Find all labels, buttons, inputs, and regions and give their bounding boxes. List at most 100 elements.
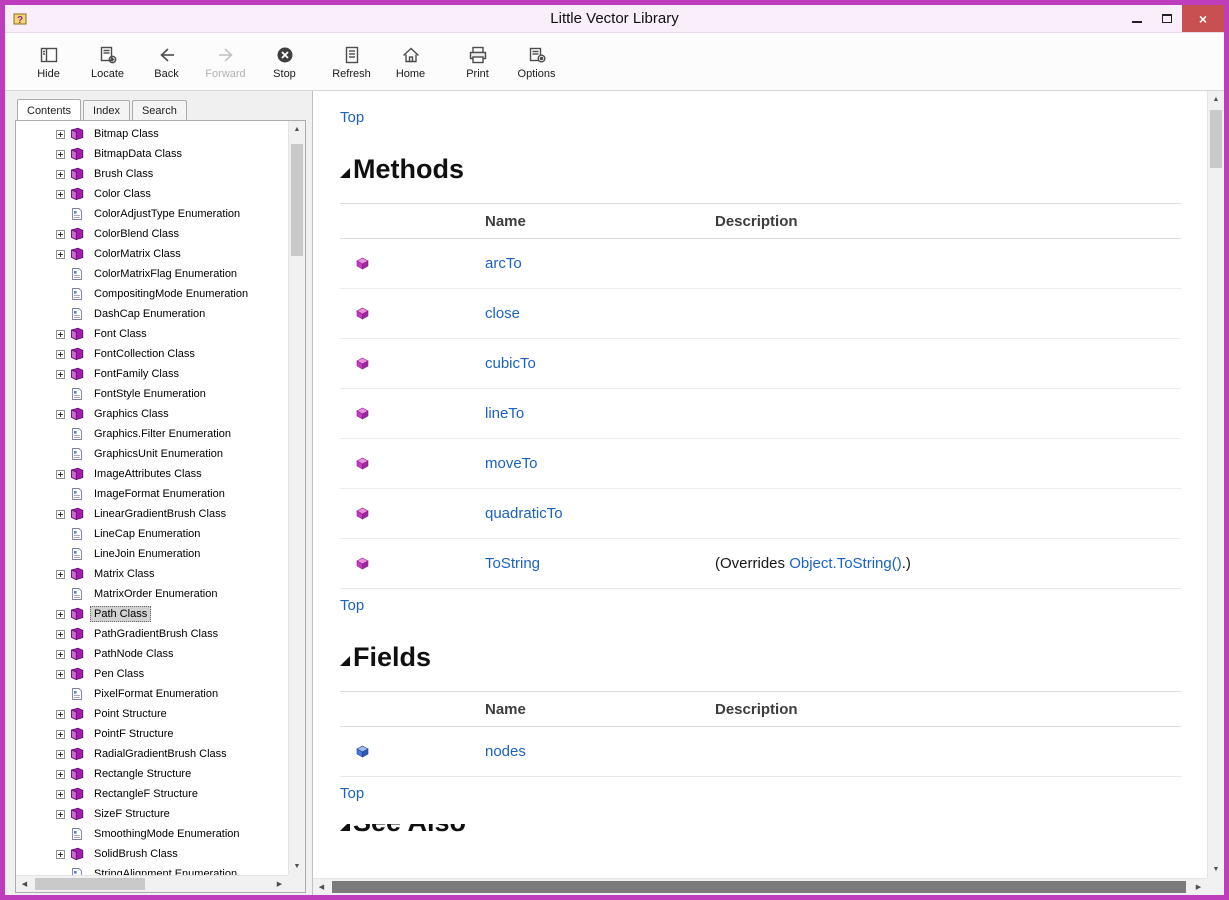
tab-search[interactable]: Search <box>132 100 187 121</box>
tree-item[interactable]: MatrixOrder Enumeration <box>56 584 288 604</box>
scroll-left-arrow[interactable]: ◀ <box>16 876 33 892</box>
home-button[interactable]: Home <box>381 44 440 80</box>
member-link[interactable]: ToString <box>485 555 540 572</box>
expand-plus-icon[interactable] <box>56 250 65 259</box>
expand-plus-icon[interactable] <box>56 170 65 179</box>
tree-item[interactable]: BitmapData Class <box>56 144 288 164</box>
tree-item[interactable]: SolidBrush Class <box>56 844 288 864</box>
tree-item[interactable]: RectangleF Structure <box>56 784 288 804</box>
tree-item[interactable]: CompositingMode Enumeration <box>56 284 288 304</box>
tree-item[interactable]: LineCap Enumeration <box>56 524 288 544</box>
description-link[interactable]: Object.ToString() <box>789 555 902 572</box>
scroll-thumb[interactable] <box>1210 110 1222 168</box>
member-link[interactable]: lineTo <box>485 405 524 422</box>
expand-plus-icon[interactable] <box>56 730 65 739</box>
stop-button[interactable]: Stop <box>255 44 314 80</box>
tree-item[interactable]: StringAlignment Enumeration <box>56 864 288 875</box>
content-vertical-scrollbar[interactable]: ▲ ▼ <box>1207 91 1224 878</box>
tree-item[interactable]: RadialGradientBrush Class <box>56 744 288 764</box>
tree-item[interactable]: LinearGradientBrush Class <box>56 504 288 524</box>
expand-plus-icon[interactable] <box>56 470 65 479</box>
tree-item[interactable]: PathGradientBrush Class <box>56 624 288 644</box>
expand-plus-icon[interactable] <box>56 570 65 579</box>
scroll-track[interactable] <box>33 876 271 892</box>
tree-item[interactable]: PixelFormat Enumeration <box>56 684 288 704</box>
tree-item[interactable]: Font Class <box>56 324 288 344</box>
scroll-track[interactable] <box>330 879 1190 895</box>
scroll-thumb[interactable] <box>291 144 303 256</box>
expand-plus-icon[interactable] <box>56 670 65 679</box>
tree-item[interactable]: SizeF Structure <box>56 804 288 824</box>
scroll-up-arrow[interactable]: ▲ <box>1208 91 1224 108</box>
scroll-down-arrow[interactable]: ▼ <box>289 858 305 875</box>
member-link[interactable]: close <box>485 305 520 322</box>
expand-plus-icon[interactable] <box>56 790 65 799</box>
tree-item[interactable]: PathNode Class <box>56 644 288 664</box>
scroll-left-arrow[interactable]: ◀ <box>313 879 330 895</box>
expand-plus-icon[interactable] <box>56 410 65 419</box>
expand-plus-icon[interactable] <box>56 710 65 719</box>
member-link[interactable]: arcTo <box>485 255 522 272</box>
minimize-button[interactable] <box>1122 5 1152 32</box>
tree-item[interactable]: Path Class <box>56 604 288 624</box>
section-title[interactable]: Methods <box>340 154 1181 185</box>
member-link[interactable]: quadraticTo <box>485 505 563 522</box>
member-link[interactable]: nodes <box>485 743 526 760</box>
tree-item[interactable]: Point Structure <box>56 704 288 724</box>
scroll-up-arrow[interactable]: ▲ <box>289 121 305 138</box>
tree-item[interactable]: Pen Class <box>56 664 288 684</box>
expand-plus-icon[interactable] <box>56 230 65 239</box>
maximize-button[interactable] <box>1152 5 1182 32</box>
scroll-thumb[interactable] <box>35 878 145 890</box>
expand-plus-icon[interactable] <box>56 650 65 659</box>
hide-button[interactable]: Hide <box>19 44 78 80</box>
tree-item[interactable]: FontFamily Class <box>56 364 288 384</box>
tree-item[interactable]: Graphics Class <box>56 404 288 424</box>
expand-plus-icon[interactable] <box>56 850 65 859</box>
expand-plus-icon[interactable] <box>56 610 65 619</box>
tree-item[interactable]: Matrix Class <box>56 564 288 584</box>
expand-plus-icon[interactable] <box>56 630 65 639</box>
tree-item[interactable]: ImageAttributes Class <box>56 464 288 484</box>
tree-item[interactable]: Graphics.Filter Enumeration <box>56 424 288 444</box>
tree-item[interactable]: Rectangle Structure <box>56 764 288 784</box>
expand-plus-icon[interactable] <box>56 150 65 159</box>
tree-item[interactable]: GraphicsUnit Enumeration <box>56 444 288 464</box>
refresh-button[interactable]: Refresh <box>322 44 381 80</box>
tree-item[interactable]: Bitmap Class <box>56 124 288 144</box>
expand-plus-icon[interactable] <box>56 330 65 339</box>
tab-contents[interactable]: Contents <box>17 99 81 120</box>
member-link[interactable]: moveTo <box>485 455 538 472</box>
tree-item[interactable]: Brush Class <box>56 164 288 184</box>
section-title[interactable]: Fields <box>340 642 1181 673</box>
tree-vertical-scrollbar[interactable]: ▲ ▼ <box>288 121 305 875</box>
tree-item[interactable]: Color Class <box>56 184 288 204</box>
tree-item[interactable]: ColorMatrix Class <box>56 244 288 264</box>
top-link[interactable]: Top <box>340 785 364 802</box>
tree-item[interactable]: PointF Structure <box>56 724 288 744</box>
top-link[interactable]: Top <box>340 109 364 126</box>
tree-item[interactable]: ColorMatrixFlag Enumeration <box>56 264 288 284</box>
options-button[interactable]: Options <box>507 44 566 80</box>
scroll-down-arrow[interactable]: ▼ <box>1208 861 1224 878</box>
back-button[interactable]: Back <box>137 44 196 80</box>
expand-plus-icon[interactable] <box>56 370 65 379</box>
scroll-thumb[interactable] <box>332 881 1186 893</box>
member-link[interactable]: cubicTo <box>485 355 536 372</box>
expand-plus-icon[interactable] <box>56 190 65 199</box>
tree-item[interactable]: FontStyle Enumeration <box>56 384 288 404</box>
tree-item[interactable]: DashCap Enumeration <box>56 304 288 324</box>
tree-item[interactable]: ImageFormat Enumeration <box>56 484 288 504</box>
tree-item[interactable]: FontCollection Class <box>56 344 288 364</box>
expand-plus-icon[interactable] <box>56 770 65 779</box>
scroll-track[interactable] <box>289 138 305 858</box>
print-button[interactable]: Print <box>448 44 507 80</box>
scroll-track[interactable] <box>1208 108 1224 861</box>
expand-plus-icon[interactable] <box>56 810 65 819</box>
tree-item[interactable]: ColorAdjustType Enumeration <box>56 204 288 224</box>
content-horizontal-scrollbar[interactable]: ◀ ▶ <box>313 878 1207 895</box>
expand-plus-icon[interactable] <box>56 750 65 759</box>
scroll-right-arrow[interactable]: ▶ <box>271 876 288 892</box>
scroll-right-arrow[interactable]: ▶ <box>1190 879 1207 895</box>
see-also-heading[interactable]: See Also <box>340 824 1181 838</box>
